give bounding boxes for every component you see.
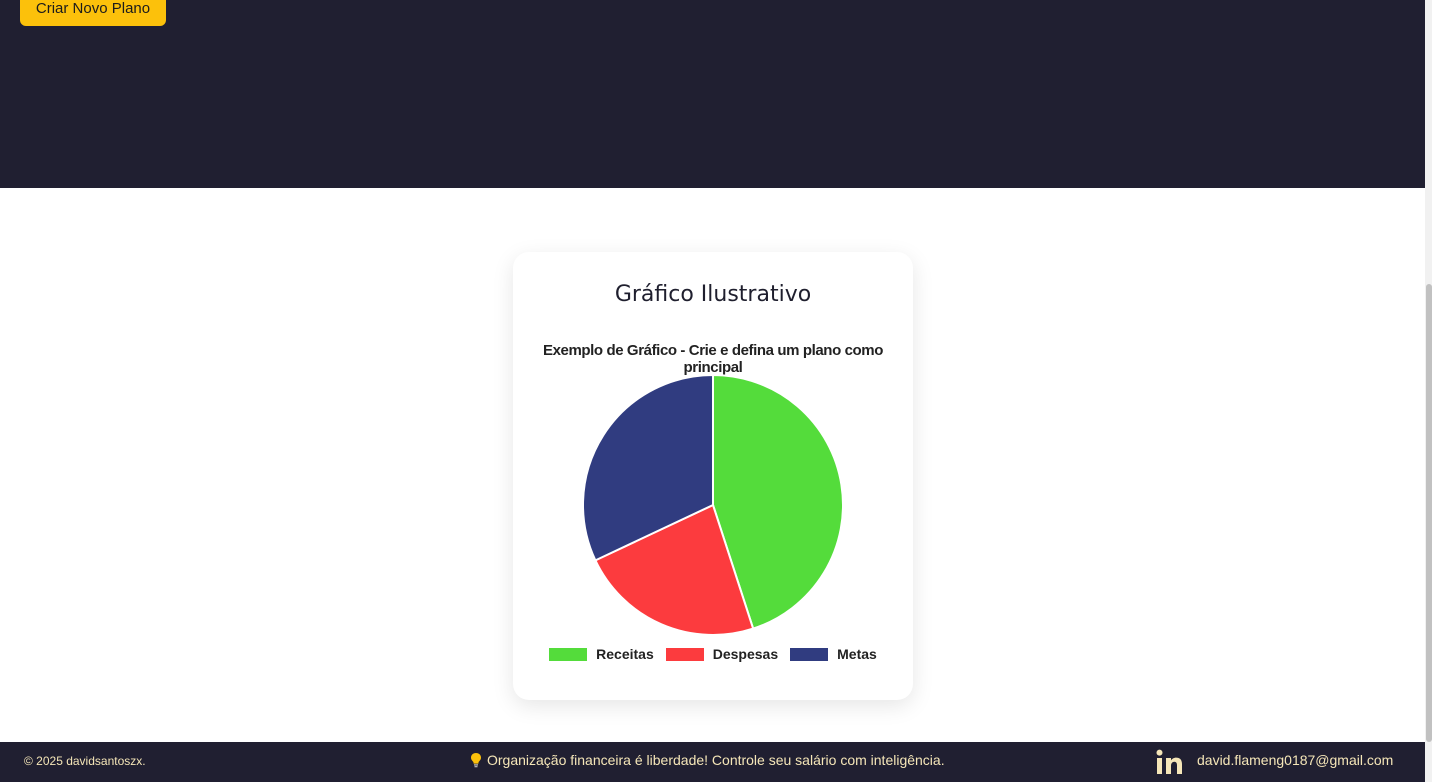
- legend-label: Receitas: [596, 646, 654, 662]
- tagline-text: Organização financeira é liberdade! Cont…: [487, 752, 945, 768]
- copyright-text: © 2025 davidsantoszx.: [24, 754, 146, 768]
- email-link[interactable]: david.flameng0187@gmail.com: [1197, 752, 1393, 768]
- footer-tagline: Organização financeira é liberdade! Cont…: [470, 752, 945, 768]
- create-plan-button[interactable]: Criar Novo Plano: [20, 0, 166, 26]
- legend-item-receitas[interactable]: Receitas: [549, 646, 654, 662]
- legend-swatch: [790, 647, 829, 661]
- pie-chart: [582, 373, 844, 636]
- legend-label: Metas: [837, 646, 877, 662]
- header-banner: Criar Novo Plano: [0, 0, 1425, 188]
- legend-swatch: [665, 647, 704, 661]
- legend-item-despesas[interactable]: Despesas: [665, 646, 779, 662]
- legend-item-metas[interactable]: Metas: [790, 646, 877, 662]
- linkedin-icon[interactable]: [1156, 749, 1183, 775]
- chart-legend: Receitas Despesas Metas: [513, 646, 913, 662]
- legend-label: Despesas: [712, 646, 779, 662]
- scrollbar-thumb[interactable]: [1426, 284, 1432, 742]
- lightbulb-icon: [471, 753, 481, 768]
- legend-swatch: [549, 647, 588, 661]
- footer: © 2025 davidsantoszx. Organização financ…: [0, 742, 1425, 782]
- chart-card: Gráfico Ilustrativo Exemplo de Gráfico -…: [513, 252, 913, 700]
